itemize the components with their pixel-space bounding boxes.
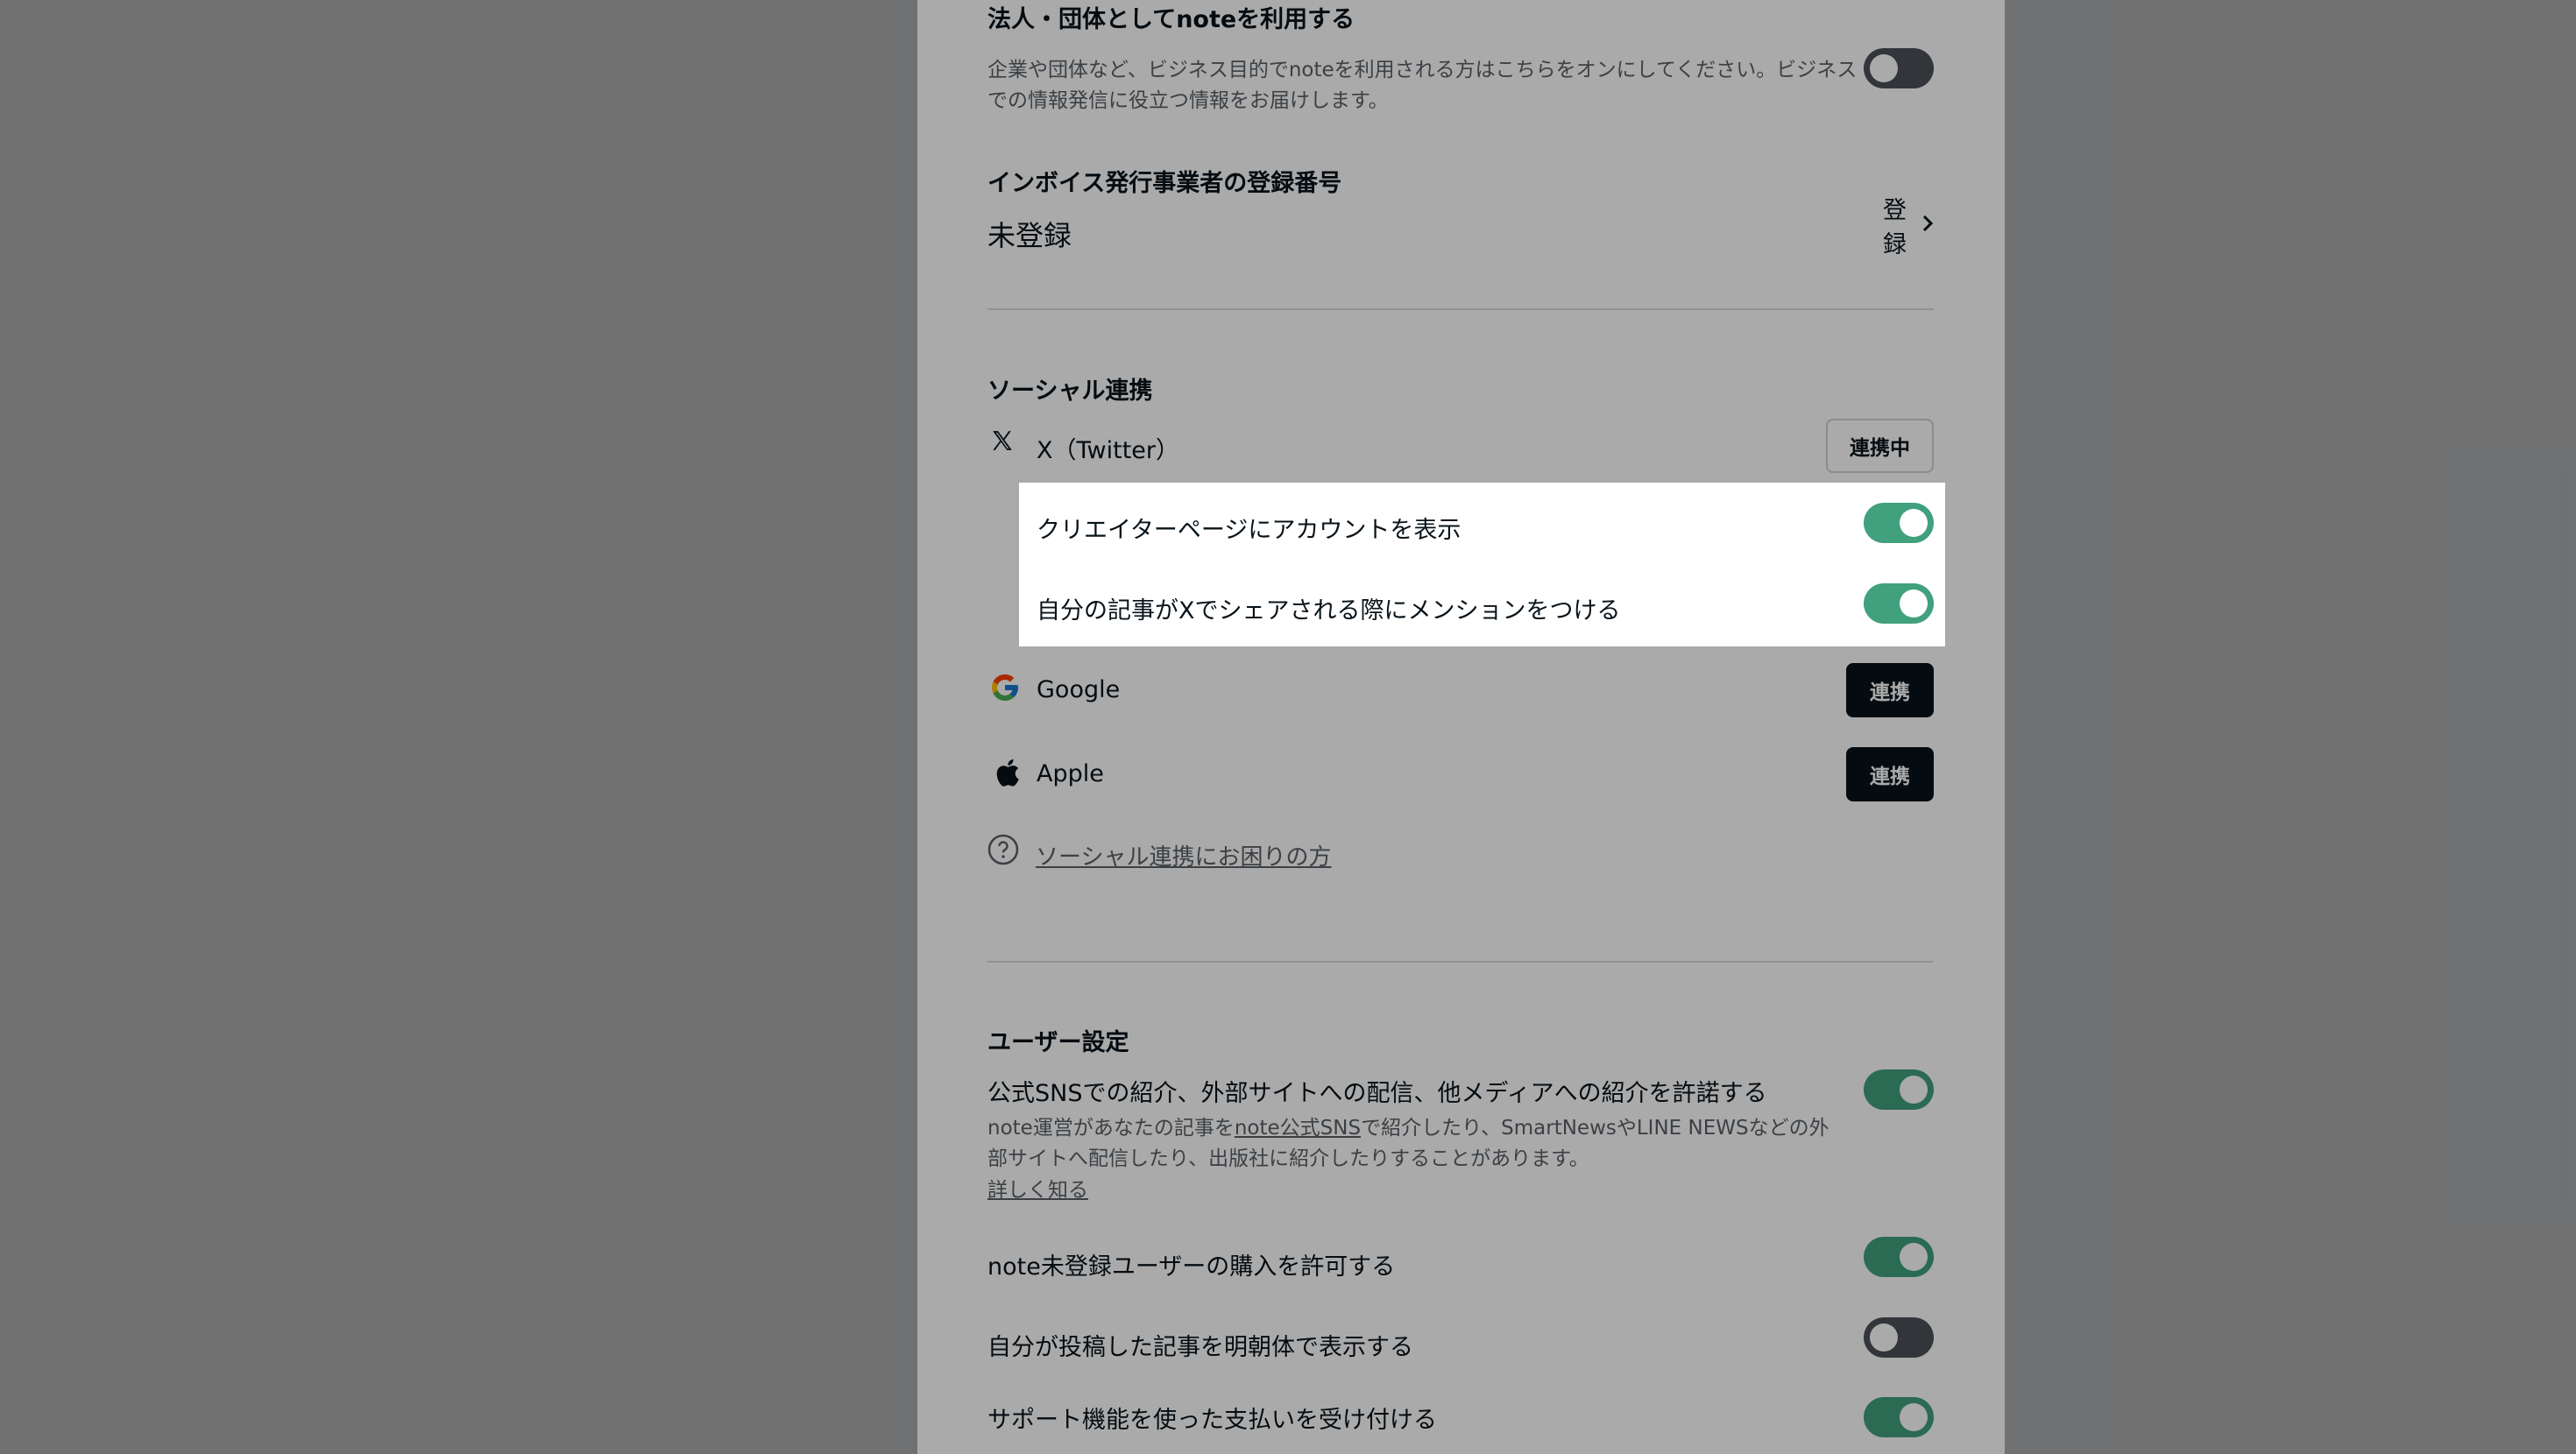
show-account-toggle[interactable] [1864, 503, 1934, 543]
mention-toggle[interactable] [1864, 583, 1934, 624]
show-account-label: クリエイターページにアカウントを表示 [1037, 517, 1461, 544]
mention-label: 自分の記事がXでシェアされる際にメンションをつける [1037, 597, 1621, 625]
scrollbar[interactable] [2557, 473, 2567, 1200]
dim-overlay [0, 0, 2576, 1454]
highlighted-x-options: クリエイターページにアカウントを表示 自分の記事がXでシェアされる際にメンション… [1019, 483, 1945, 646]
